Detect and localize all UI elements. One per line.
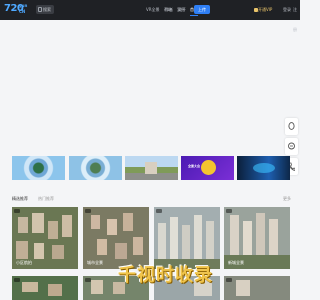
tile-5[interactable] <box>12 276 78 300</box>
tile-4[interactable]: 新城全景 <box>224 207 290 269</box>
vip-link[interactable]: 开通VIP <box>258 0 272 20</box>
logo-cn: CN <box>19 9 26 14</box>
search-icon <box>38 7 42 12</box>
banner-promo[interactable]: 全景大会 <box>181 156 234 180</box>
search-label: 搜索 <box>43 7 51 12</box>
upload-button[interactable]: 上传 <box>194 5 210 14</box>
banner-panorama-1[interactable] <box>12 156 65 180</box>
section-subtitle[interactable]: 热门推荐 <box>38 196 54 202</box>
banner-tech[interactable] <box>237 156 290 180</box>
watermark-text: 千视时收录 <box>118 265 213 286</box>
vr-tag <box>156 209 162 213</box>
aerial-photo-5 <box>12 276 78 300</box>
banner-panorama-2[interactable] <box>69 156 122 180</box>
aerial-photo-8 <box>224 276 290 300</box>
vr-tag <box>226 278 232 282</box>
site-logo[interactable]: 720 yun CN <box>4 2 30 17</box>
tile-caption: 小区航拍 <box>16 260 32 265</box>
vr-tag <box>226 209 232 213</box>
qq-contact-button[interactable] <box>285 118 298 135</box>
nav-cases[interactable]: 案例 <box>177 0 185 20</box>
vr-tag <box>14 209 20 213</box>
tile-caption: 新城全景 <box>228 260 244 265</box>
register-link[interactable]: 注册 <box>293 0 300 32</box>
vr-tag <box>14 278 20 282</box>
tile-2[interactable]: 城市全景 <box>83 207 149 269</box>
qq-icon <box>288 122 295 130</box>
chat-icon <box>288 142 295 150</box>
aerial-photo-3 <box>154 207 220 269</box>
section-title: 精选推荐 <box>12 196 28 201</box>
tile-1[interactable]: 小区航拍 <box>12 207 78 269</box>
tile-3[interactable] <box>154 207 220 269</box>
tech-glow <box>253 163 275 173</box>
chat-button[interactable] <box>285 138 298 155</box>
nav-help[interactable]: 帮助 <box>164 0 172 20</box>
more-link[interactable]: 更多 <box>283 196 291 202</box>
tile-8[interactable] <box>224 276 290 300</box>
vr-tag <box>85 278 91 282</box>
nav-vr[interactable]: VR全景 <box>146 0 160 20</box>
banner-building[interactable] <box>125 156 178 180</box>
building-graphic <box>145 162 157 174</box>
vr-tag <box>85 209 91 213</box>
search-button[interactable]: 搜索 <box>36 5 54 14</box>
top-navigation-bar: 720 yun CN 搜索 首页 VR全景 作者 关于 帮助 案例 上传 开通V… <box>0 0 300 32</box>
login-link[interactable]: 登录 <box>283 0 291 20</box>
logo-yun: yun <box>19 3 28 8</box>
promo-badge <box>201 160 216 175</box>
promo-text: 全景大会 <box>188 164 201 168</box>
tile-caption: 城市全景 <box>87 260 103 265</box>
